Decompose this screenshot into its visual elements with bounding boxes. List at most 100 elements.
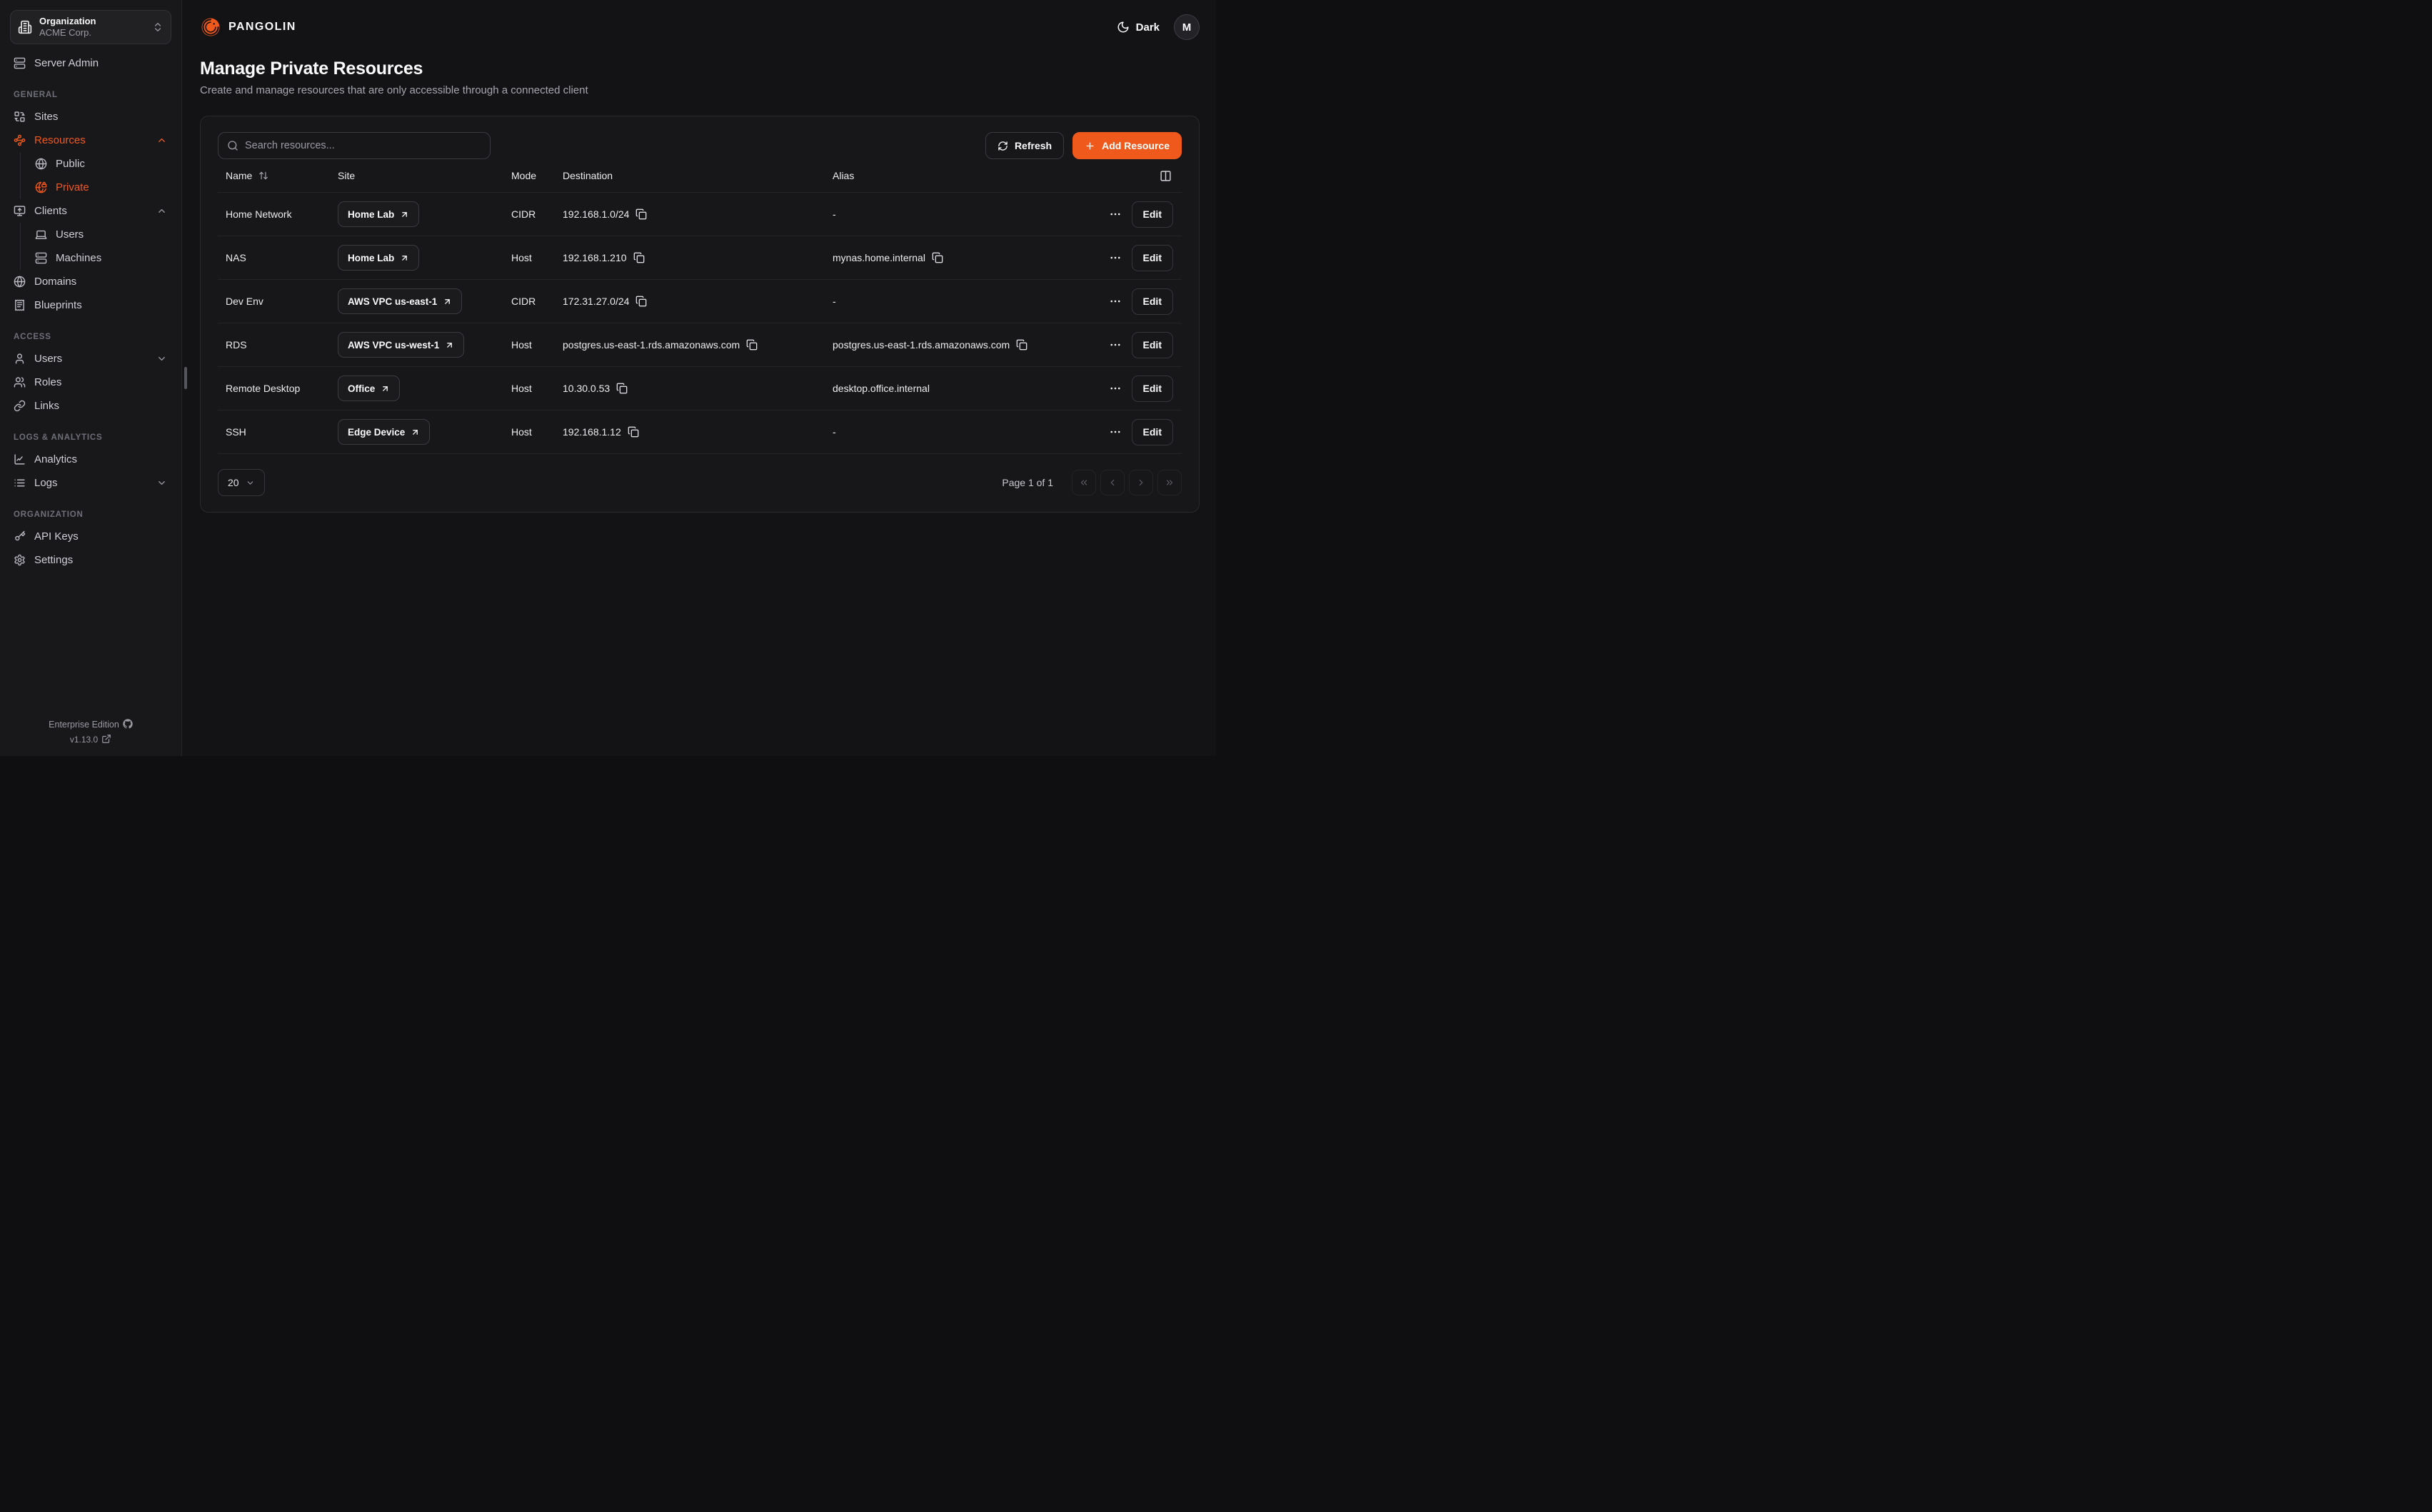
copy-destination-button[interactable] xyxy=(635,296,647,307)
cell-alias: - xyxy=(833,426,1103,438)
alias-value: - xyxy=(833,296,836,307)
chevron-up-icon xyxy=(156,206,167,216)
cell-mode: CIDR xyxy=(511,208,563,220)
cell-actions: Edit xyxy=(1103,376,1182,402)
sidebar-item-settings[interactable]: Settings xyxy=(10,548,171,572)
organization-value: ACME Corp. xyxy=(39,27,145,39)
chevron-right-icon xyxy=(1136,478,1146,488)
site-link[interactable]: Home Lab xyxy=(338,201,419,227)
row-actions-button[interactable] xyxy=(1109,208,1122,221)
sidebar-item-private[interactable]: Private xyxy=(30,176,171,199)
sidebar-item-label: Private xyxy=(56,181,89,193)
edit-button[interactable]: Edit xyxy=(1132,419,1173,445)
edition-link[interactable]: Enterprise Edition xyxy=(10,717,171,732)
organization-switcher[interactable]: Organization ACME Corp. xyxy=(10,10,171,44)
site-link[interactable]: Edge Device xyxy=(338,419,430,445)
sites-icon xyxy=(14,111,26,123)
table-row: NAS Home Lab Host 192.168.1.210 mynas.ho… xyxy=(218,236,1182,280)
edit-button[interactable]: Edit xyxy=(1132,376,1173,402)
row-actions-button[interactable] xyxy=(1109,295,1122,308)
column-visibility-button[interactable] xyxy=(1160,170,1172,182)
copy-destination-button[interactable] xyxy=(635,208,647,220)
arrow-up-right-icon xyxy=(400,253,409,263)
sidebar-item-label: Domains xyxy=(34,276,76,288)
page-size-select[interactable]: 20 xyxy=(218,469,265,496)
site-label: Office xyxy=(348,383,375,394)
edit-button[interactable]: Edit xyxy=(1132,245,1173,271)
users-icon xyxy=(14,376,26,388)
cell-actions: Edit xyxy=(1103,419,1182,445)
sidebar-resize-handle[interactable] xyxy=(184,367,187,389)
sidebar-item-api-keys[interactable]: API Keys xyxy=(10,525,171,548)
refresh-button[interactable]: Refresh xyxy=(985,132,1064,159)
sidebar-item-sites[interactable]: Sites xyxy=(10,105,171,128)
cell-site: AWS VPC us-west-1 xyxy=(338,332,511,358)
edit-button[interactable]: Edit xyxy=(1132,201,1173,228)
sidebar-item-blueprints[interactable]: Blueprints xyxy=(10,293,171,317)
ellipsis-icon xyxy=(1109,208,1122,221)
building-icon xyxy=(18,20,32,34)
cell-site: Office xyxy=(338,376,511,401)
previous-page-button[interactable] xyxy=(1100,470,1125,495)
sidebar-item-users[interactable]: Users xyxy=(10,347,171,371)
last-page-button[interactable] xyxy=(1157,470,1182,495)
sidebar-item-clients[interactable]: Clients xyxy=(10,199,171,223)
table-row: RDS AWS VPC us-west-1 Host postgres.us-e… xyxy=(218,323,1182,367)
refresh-label: Refresh xyxy=(1015,140,1052,151)
brand[interactable]: PANGOLIN xyxy=(200,16,296,38)
cell-name: NAS xyxy=(218,252,338,263)
edit-button[interactable]: Edit xyxy=(1132,288,1173,315)
sidebar-item-client-users[interactable]: Users xyxy=(30,223,171,246)
avatar[interactable]: M xyxy=(1174,14,1200,40)
search-input[interactable] xyxy=(245,140,481,151)
sidebar-item-logs[interactable]: Logs xyxy=(10,471,171,495)
row-actions-button[interactable] xyxy=(1109,425,1122,438)
site-link[interactable]: AWS VPC us-west-1 xyxy=(338,332,464,358)
external-link-icon xyxy=(101,734,111,744)
sort-icon xyxy=(258,171,268,181)
copy-alias-button[interactable] xyxy=(1016,339,1027,351)
edit-button[interactable]: Edit xyxy=(1132,332,1173,358)
destination-value: 172.31.27.0/24 xyxy=(563,296,629,307)
site-label: AWS VPC us-west-1 xyxy=(348,340,439,351)
cell-mode: Host xyxy=(511,252,563,263)
alias-value: postgres.us-east-1.rds.amazonaws.com xyxy=(833,339,1010,351)
site-link[interactable]: AWS VPC us-east-1 xyxy=(338,288,462,314)
key-icon xyxy=(14,530,26,543)
sidebar-item-public[interactable]: Public xyxy=(30,152,171,176)
sidebar-item-machines[interactable]: Machines xyxy=(30,246,171,270)
theme-label: Dark xyxy=(1136,21,1160,34)
table-row: Home Network Home Lab CIDR 192.168.1.0/2… xyxy=(218,193,1182,236)
sidebar-item-label: Roles xyxy=(34,376,61,388)
table-row: SSH Edge Device Host 192.168.1.12 - Edit xyxy=(218,410,1182,454)
sidebar-item-roles[interactable]: Roles xyxy=(10,371,171,394)
sidebar: Organization ACME Corp. Server Admin GEN… xyxy=(0,0,182,756)
destination-value: 192.168.1.12 xyxy=(563,426,621,438)
first-page-button[interactable] xyxy=(1072,470,1096,495)
add-resource-button[interactable]: Add Resource xyxy=(1072,132,1182,159)
sidebar-item-server-admin[interactable]: Server Admin xyxy=(10,51,171,75)
copy-alias-button[interactable] xyxy=(932,252,943,263)
column-header-name[interactable]: Name xyxy=(218,170,338,181)
sidebar-item-domains[interactable]: Domains xyxy=(10,270,171,293)
row-actions-button[interactable] xyxy=(1109,382,1122,395)
copy-destination-button[interactable] xyxy=(746,339,758,351)
theme-toggle[interactable]: Dark xyxy=(1117,21,1160,34)
sidebar-item-resources[interactable]: Resources xyxy=(10,128,171,152)
copy-destination-button[interactable] xyxy=(616,383,628,394)
row-actions-button[interactable] xyxy=(1109,251,1122,264)
chevrons-up-down-icon xyxy=(152,21,164,33)
copy-destination-button[interactable] xyxy=(633,252,645,263)
sidebar-item-analytics[interactable]: Analytics xyxy=(10,448,171,471)
sidebar-item-links[interactable]: Links xyxy=(10,394,171,418)
sidebar-item-label: Analytics xyxy=(34,453,77,465)
site-link[interactable]: Office xyxy=(338,376,400,401)
version-link[interactable]: v1.13.0 xyxy=(10,732,171,747)
copy-destination-button[interactable] xyxy=(628,426,639,438)
next-page-button[interactable] xyxy=(1129,470,1153,495)
sidebar-item-label: Sites xyxy=(34,111,58,123)
sidebar-nav: Server Admin GENERAL Sites Resources Pub… xyxy=(10,51,171,717)
search-box xyxy=(218,132,491,159)
row-actions-button[interactable] xyxy=(1109,338,1122,351)
site-link[interactable]: Home Lab xyxy=(338,245,419,271)
